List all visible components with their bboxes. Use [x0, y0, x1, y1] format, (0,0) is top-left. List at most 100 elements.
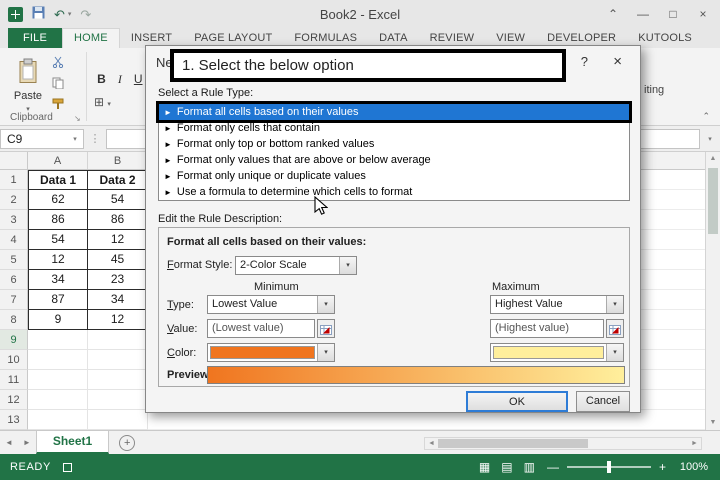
horizontal-scrollbar-thumb[interactable]	[438, 439, 588, 448]
zoom-level[interactable]: 100%	[674, 461, 720, 473]
copy-icon[interactable]	[52, 77, 64, 92]
rule-type-option[interactable]: ► Use a formula to determine which cells …	[159, 184, 629, 200]
italic-button[interactable]: I	[112, 72, 127, 87]
max-type-dropdown[interactable]: Highest Value ▾	[490, 295, 624, 314]
collapse-ribbon-icon[interactable]: ⌃	[702, 111, 710, 122]
rule-type-option[interactable]: ► Format only cells that contain	[159, 120, 629, 136]
cell-A6[interactable]: 34	[28, 270, 88, 290]
dialog-help-icon[interactable]: ?	[581, 54, 588, 69]
row-header-12[interactable]: 12	[0, 390, 28, 410]
cell-A5[interactable]: 12	[28, 250, 88, 270]
zoom-in-icon[interactable]: +	[659, 460, 666, 474]
format-painter-icon[interactable]	[52, 98, 64, 113]
row-header-2[interactable]: 2	[0, 190, 28, 210]
scroll-down-icon[interactable]: ▼	[706, 416, 720, 430]
column-header-a[interactable]: A	[28, 152, 88, 169]
save-icon[interactable]	[32, 6, 45, 22]
cell-A8[interactable]: 9	[28, 310, 88, 330]
redo-icon[interactable]: ↷	[80, 8, 91, 21]
borders-dropdown-icon[interactable]: ▾	[107, 101, 111, 108]
ok-button[interactable]: OK	[466, 391, 568, 412]
cell-B6[interactable]: 23	[88, 270, 148, 290]
name-box[interactable]: C9 ▾	[0, 128, 84, 149]
cut-icon[interactable]	[52, 56, 64, 71]
zoom-out-icon[interactable]: —	[547, 460, 559, 474]
max-color-dropdown[interactable]: ▾	[490, 343, 624, 362]
zoom-slider-thumb[interactable]	[606, 461, 611, 473]
row-header-9[interactable]: 9	[0, 330, 28, 350]
cell-A1[interactable]: Data 1	[28, 170, 88, 190]
chevron-down-icon[interactable]: ▾	[606, 296, 623, 313]
min-color-dropdown[interactable]: ▾	[207, 343, 335, 362]
chevron-down-icon[interactable]: ▾	[317, 344, 334, 361]
chevron-down-icon[interactable]: ▾	[606, 344, 623, 361]
cell-A4[interactable]: 54	[28, 230, 88, 250]
cell-B9[interactable]	[88, 330, 148, 350]
cell-B12[interactable]	[88, 390, 148, 410]
cell-B3[interactable]: 86	[88, 210, 148, 230]
cell-A3[interactable]: 86	[28, 210, 88, 230]
add-sheet-icon[interactable]: +	[119, 434, 136, 451]
vertical-scrollbar-thumb[interactable]	[708, 168, 718, 234]
row-header-6[interactable]: 6	[0, 270, 28, 290]
max-range-picker-icon[interactable]	[606, 319, 624, 338]
min-value-input[interactable]: (Lowest value)	[207, 319, 315, 338]
cell-A10[interactable]	[28, 350, 88, 370]
sheet-nav-left-icon[interactable]: ◄	[0, 438, 18, 447]
clipboard-dialog-launcher-icon[interactable]: ↘	[74, 114, 81, 123]
tab-file[interactable]: FILE	[8, 28, 63, 48]
sheet-tab-sheet1[interactable]: Sheet1	[35, 431, 110, 454]
row-header-10[interactable]: 10	[0, 350, 28, 370]
format-style-dropdown[interactable]: 2-Color Scale ▾	[235, 256, 357, 275]
cancel-button[interactable]: Cancel	[576, 391, 630, 412]
min-range-picker-icon[interactable]	[317, 319, 335, 338]
name-box-dropdown-icon[interactable]: ▾	[67, 135, 83, 143]
row-header-11[interactable]: 11	[0, 370, 28, 390]
row-header-1[interactable]: 1	[0, 170, 28, 190]
hscroll-left-icon[interactable]: ◄	[425, 440, 438, 447]
undo-dropdown-icon[interactable]: ▾	[68, 10, 72, 18]
scroll-up-icon[interactable]: ▲	[706, 152, 720, 166]
cell-A12[interactable]	[28, 390, 88, 410]
borders-icon[interactable]: ⊞	[94, 95, 104, 109]
dialog-close-icon[interactable]: ×	[613, 53, 622, 70]
tab-home[interactable]: HOME	[62, 28, 120, 48]
rule-type-option-selected[interactable]: ► Format all cells based on their values	[156, 101, 632, 123]
page-layout-view-icon[interactable]: ▤	[501, 460, 512, 474]
page-break-view-icon[interactable]: ▥	[524, 460, 535, 474]
row-header-4[interactable]: 4	[0, 230, 28, 250]
cell-B5[interactable]: 45	[88, 250, 148, 270]
rule-type-option[interactable]: ► Format only top or bottom ranked values	[159, 136, 629, 152]
cell-B4[interactable]: 12	[88, 230, 148, 250]
cell-A13[interactable]	[28, 410, 88, 430]
row-header-5[interactable]: 5	[0, 250, 28, 270]
row-header-7[interactable]: 7	[0, 290, 28, 310]
row-header-8[interactable]: 8	[0, 310, 28, 330]
underline-button[interactable]: U	[131, 72, 146, 86]
column-header-b[interactable]: B	[88, 152, 148, 169]
row-header-3[interactable]: 3	[0, 210, 28, 230]
close-icon[interactable]: ×	[688, 0, 718, 28]
cell-B1[interactable]: Data 2	[88, 170, 148, 190]
grid-fill[interactable]	[148, 410, 720, 430]
row-header-13[interactable]: 13	[0, 410, 28, 430]
cell-B8[interactable]: 12	[88, 310, 148, 330]
paste-button[interactable]: Paste ▾	[8, 53, 48, 117]
bold-button[interactable]: B	[94, 72, 109, 86]
chevron-down-icon[interactable]: ▾	[339, 257, 356, 274]
cell-A9[interactable]	[28, 330, 88, 350]
minimize-icon[interactable]: —	[628, 0, 658, 28]
hscroll-right-icon[interactable]: ►	[688, 440, 701, 447]
cell-B2[interactable]: 54	[88, 190, 148, 210]
select-all-corner[interactable]	[0, 152, 28, 169]
cell-B13[interactable]	[88, 410, 148, 430]
cell-A11[interactable]	[28, 370, 88, 390]
restore-icon[interactable]: □	[658, 0, 688, 28]
zoom-slider[interactable]	[566, 461, 651, 473]
cell-A2[interactable]: 62	[28, 190, 88, 210]
horizontal-scrollbar[interactable]: ◄ ►	[424, 437, 702, 450]
rule-type-option[interactable]: ► Format only unique or duplicate values	[159, 168, 629, 184]
macro-record-icon[interactable]	[62, 462, 72, 472]
normal-view-icon[interactable]: ▦	[479, 460, 490, 474]
sheet-nav-right-icon[interactable]: ►	[18, 438, 36, 447]
